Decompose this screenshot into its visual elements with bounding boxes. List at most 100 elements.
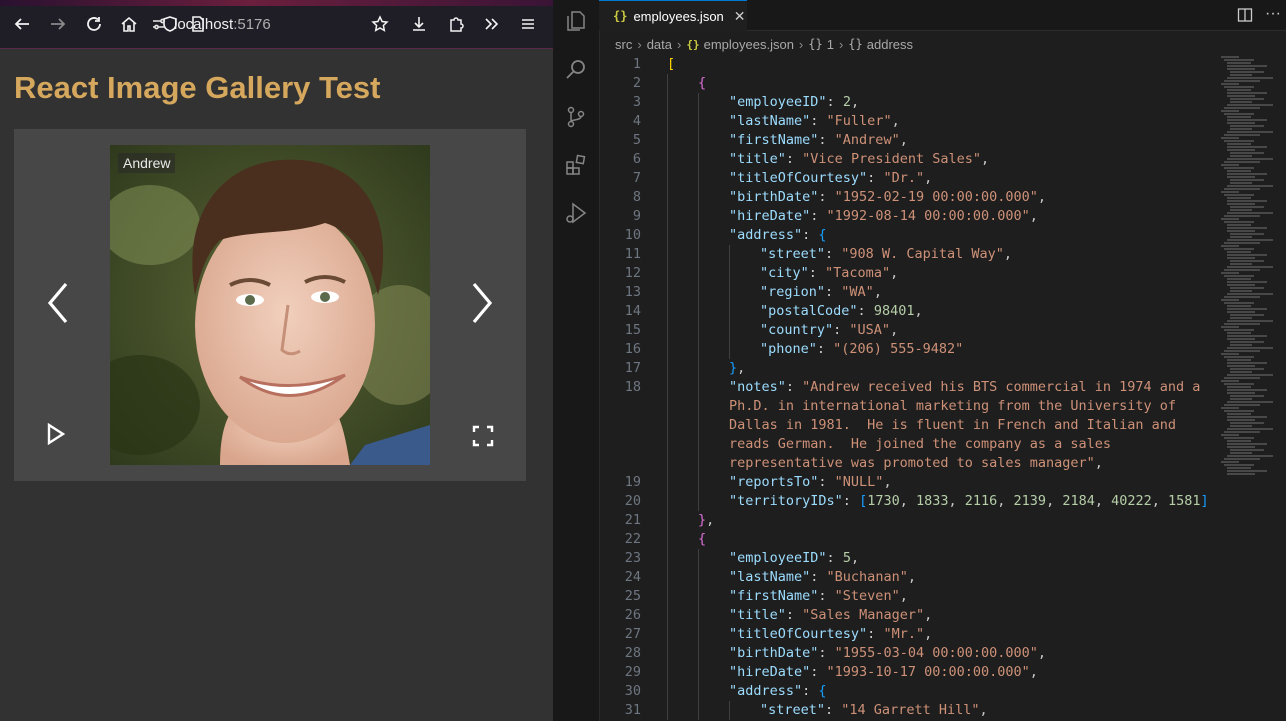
code-line[interactable]: 11 "street": "908 W. Capital Way", xyxy=(599,245,1239,264)
overflow-chevrons-icon[interactable] xyxy=(477,10,505,38)
minimap-line xyxy=(1227,284,1255,286)
code-line[interactable]: 17}, xyxy=(599,359,1239,378)
forward-icon[interactable] xyxy=(44,10,72,38)
indent-guide xyxy=(667,340,668,359)
breadcrumb-item[interactable]: address xyxy=(867,37,913,52)
breadcrumb-item[interactable]: 1 xyxy=(827,37,834,52)
extensions-icon[interactable] xyxy=(442,10,470,38)
site-settings-icon[interactable] xyxy=(150,15,168,33)
code-editor[interactable]: 1[2{3 "employeeID": 2, 4 "lastName": "Fulle… xyxy=(599,54,1286,721)
code-line[interactable]: 16 "phone": "(206) 555-9482" xyxy=(599,340,1239,359)
indent-guide xyxy=(698,112,699,131)
code-line[interactable]: 13 "region": "WA", xyxy=(599,283,1239,302)
code-text: "city": "Tacoma", xyxy=(760,264,898,283)
bookmark-star-icon[interactable] xyxy=(366,10,394,38)
code-line[interactable]: reads German. He joined the company as a… xyxy=(599,435,1239,454)
menu-icon[interactable] xyxy=(514,10,542,38)
code-line[interactable]: 22 { xyxy=(599,530,1239,549)
gallery-image[interactable]: Andrew xyxy=(110,145,430,465)
next-chevron-icon[interactable] xyxy=(466,279,498,327)
code-line[interactable]: 28 "birthDate": "1955-03-04 00:00:00.000"… xyxy=(599,644,1239,663)
minimap-line xyxy=(1230,425,1252,427)
indent-guide xyxy=(698,625,699,644)
code-line[interactable]: 30 "address": { xyxy=(599,682,1239,701)
more-actions-icon[interactable]: ··· xyxy=(1265,5,1281,23)
code-line[interactable]: 10 "address": { xyxy=(599,226,1239,245)
explorer-icon[interactable] xyxy=(562,7,590,35)
extensions-icon[interactable] xyxy=(562,151,590,179)
back-icon[interactable] xyxy=(8,10,36,38)
code-line[interactable]: 1[ xyxy=(599,55,1239,74)
code-token: "region" xyxy=(760,284,826,300)
breadcrumb-item[interactable]: src xyxy=(615,37,632,52)
fullscreen-icon[interactable] xyxy=(470,423,496,449)
code-token: Ph.D. in international marketing from th… xyxy=(729,398,1177,414)
search-icon[interactable] xyxy=(562,55,590,83)
code-line[interactable]: 15 "country": "USA", xyxy=(599,321,1239,340)
play-icon[interactable] xyxy=(44,421,68,447)
minimap-line xyxy=(1227,68,1255,70)
close-icon[interactable]: ✕ xyxy=(734,8,746,25)
split-editor-icon[interactable] xyxy=(1237,7,1253,27)
code-token: : xyxy=(857,303,874,319)
code-line[interactable]: 8 "birthDate": "1952-02-19 00:00:00.000", xyxy=(599,188,1239,207)
tab-employees-json[interactable]: {} employees.json ✕ xyxy=(599,0,747,31)
code-line[interactable]: 9 "hireDate": "1992-08-14 00:00:00.000", xyxy=(599,207,1239,226)
prev-chevron-icon[interactable] xyxy=(42,279,74,327)
minimap-line xyxy=(1227,359,1251,361)
minimap[interactable] xyxy=(1221,54,1283,484)
code-line[interactable]: 24 "lastName": "Buchanan", xyxy=(599,568,1239,587)
code-line[interactable]: 14 "postalCode": 98401, xyxy=(599,302,1239,321)
code-line[interactable]: Ph.D. in international marketing from th… xyxy=(599,397,1239,416)
minimap-line xyxy=(1227,419,1255,421)
code-line[interactable]: 21}, xyxy=(599,511,1239,530)
code-line[interactable]: 19 "reportsTo": "NULL", xyxy=(599,473,1239,492)
code-token: "Vice President Sales" xyxy=(802,151,981,167)
code-line[interactable]: 7 "titleOfCourtesy": "Dr.", xyxy=(599,169,1239,188)
minimap-line xyxy=(1227,470,1267,472)
code-line[interactable]: 25 "firstName": "Steven", xyxy=(599,587,1239,606)
code-token: , xyxy=(907,569,916,585)
code-token: , xyxy=(899,588,908,604)
code-line[interactable]: 23 "employeeID": 5, xyxy=(599,549,1239,568)
home-icon[interactable] xyxy=(115,10,143,38)
code-line[interactable]: 5 "firstName": "Andrew", xyxy=(599,131,1239,150)
reload-icon[interactable] xyxy=(80,10,108,38)
line-number: 19 xyxy=(624,474,641,490)
code-text: "firstName": "Andrew", xyxy=(729,131,908,150)
code-line[interactable]: 12 "city": "Tacoma", xyxy=(599,264,1239,283)
code-line[interactable]: 6 "title": "Vice President Sales", xyxy=(599,150,1239,169)
minimap-line xyxy=(1230,317,1252,319)
breadcrumb-item[interactable]: data xyxy=(647,37,672,52)
breadcrumb-item[interactable]: employees.json xyxy=(704,37,794,52)
code-line[interactable]: Dallas in 1981. He is fluent in French a… xyxy=(599,416,1239,435)
code-line[interactable]: 3 "employeeID": 2, xyxy=(599,93,1239,112)
code-token: , xyxy=(924,170,933,186)
line-number: 5 xyxy=(632,132,641,148)
code-line[interactable]: 4 "lastName": "Fuller", xyxy=(599,112,1239,131)
code-token: "1993-10-17 00:00:00.000" xyxy=(826,664,1030,680)
minimap-line xyxy=(1224,221,1254,223)
code-token: 1833 xyxy=(915,493,949,509)
code-line[interactable]: 2{ xyxy=(599,74,1239,93)
code-line[interactable]: 29 "hireDate": "1993-10-17 00:00:00.000", xyxy=(599,663,1239,682)
indent-guide xyxy=(698,359,699,378)
code-token: : xyxy=(808,265,826,281)
code-line[interactable]: 27 "titleOfCourtesy": "Mr.", xyxy=(599,625,1239,644)
url-bar[interactable]: localhost:5176 xyxy=(150,10,350,38)
minimap-line xyxy=(1227,467,1251,469)
code-line[interactable]: 18 "notes": "Andrew received his BTS comm… xyxy=(599,378,1239,397)
code-token: : xyxy=(816,341,834,357)
code-token: "address" xyxy=(729,227,803,243)
code-token: : xyxy=(785,379,803,395)
minimap-line xyxy=(1230,71,1264,73)
code-line[interactable]: 20 "territoryIDs": [1730, 1833, 2116, 213… xyxy=(599,492,1239,511)
download-icon[interactable] xyxy=(405,10,433,38)
run-debug-icon[interactable] xyxy=(562,199,590,227)
code-line[interactable]: 26 "title": "Sales Manager", xyxy=(599,606,1239,625)
code-line[interactable]: 31 "street": "14 Garrett Hill", xyxy=(599,701,1239,720)
code-token: "14 Garrett Hill" xyxy=(841,702,980,718)
source-control-icon[interactable] xyxy=(562,103,590,131)
code-token: "firstName" xyxy=(729,132,819,148)
code-line[interactable]: representative was promoted to sales man… xyxy=(599,454,1239,473)
